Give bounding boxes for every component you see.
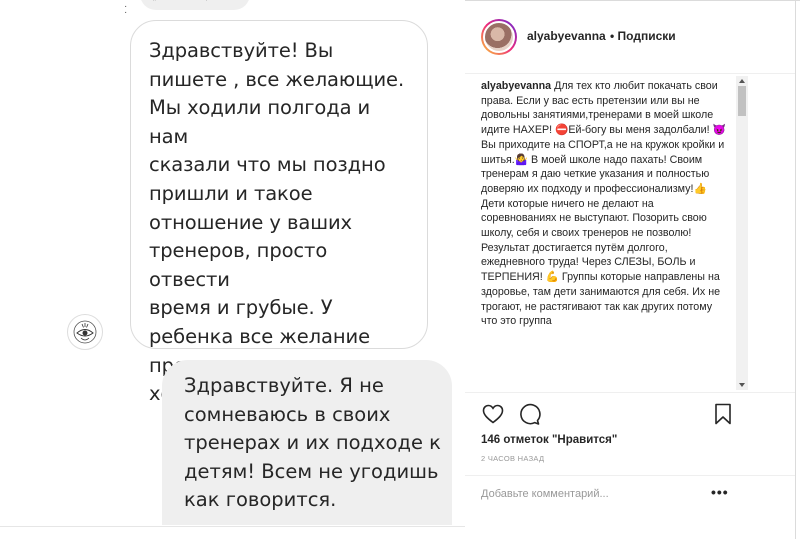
author-avatar[interactable] <box>481 19 517 55</box>
panel-border <box>795 0 796 539</box>
following-label: Подписки <box>617 29 676 43</box>
incoming-message-bubble: Здравствуйте! Вы пишете , все желающие. … <box>130 20 428 405</box>
comment-icon[interactable] <box>517 402 541 426</box>
scroll-down-icon[interactable] <box>739 383 745 387</box>
divider <box>465 475 795 476</box>
divider <box>465 392 795 393</box>
incoming-message-text: Здравствуйте! Вы пишете , все желающие. … <box>149 39 405 405</box>
sender-avatar <box>67 314 103 350</box>
divider <box>465 0 800 1</box>
bookmark-icon[interactable] <box>711 402 735 426</box>
divider <box>465 73 795 74</box>
caption-text: Для тех кто любит покачать свои права. Е… <box>481 80 726 328</box>
post-panel: alyabyevanna • Подписки alyabyevanna Для… <box>465 0 800 539</box>
post-caption: alyabyevanna Для тех кто любит покачать … <box>481 79 727 389</box>
heart-icon[interactable] <box>481 402 505 426</box>
more-options-icon[interactable]: ••• <box>711 484 729 500</box>
caption-username[interactable]: alyabyevanna <box>481 80 551 92</box>
previous-message-stub: Подписывайтесь 16 Пн. сентябрь 2021 <box>140 0 250 10</box>
outgoing-message-text: Здравствуйте. Я не сомневаюсь в своих тр… <box>184 374 441 512</box>
scroll-thumb[interactable] <box>738 86 746 116</box>
eye-logo-icon <box>73 320 97 344</box>
outgoing-message-bubble: Здравствуйте. Я не сомневаюсь в своих тр… <box>162 360 452 525</box>
caption-scrollbar[interactable] <box>736 76 748 390</box>
likes-count[interactable]: 146 отметок "Нравится" <box>481 434 617 446</box>
divider <box>0 526 465 527</box>
comment-input[interactable]: Добавьте комментарий... <box>481 488 609 500</box>
vertical-dots-icon: · · <box>124 1 128 18</box>
following-button[interactable]: • Подписки <box>610 29 676 43</box>
header-separator: • <box>610 29 618 43</box>
scroll-up-icon[interactable] <box>739 79 745 83</box>
chat-screenshot: Подписывайтесь 16 Пн. сентябрь 2021 ·· З… <box>0 0 465 539</box>
post-time: 2 часов назад <box>481 454 545 463</box>
author-username[interactable]: alyabyevanna <box>527 29 606 43</box>
